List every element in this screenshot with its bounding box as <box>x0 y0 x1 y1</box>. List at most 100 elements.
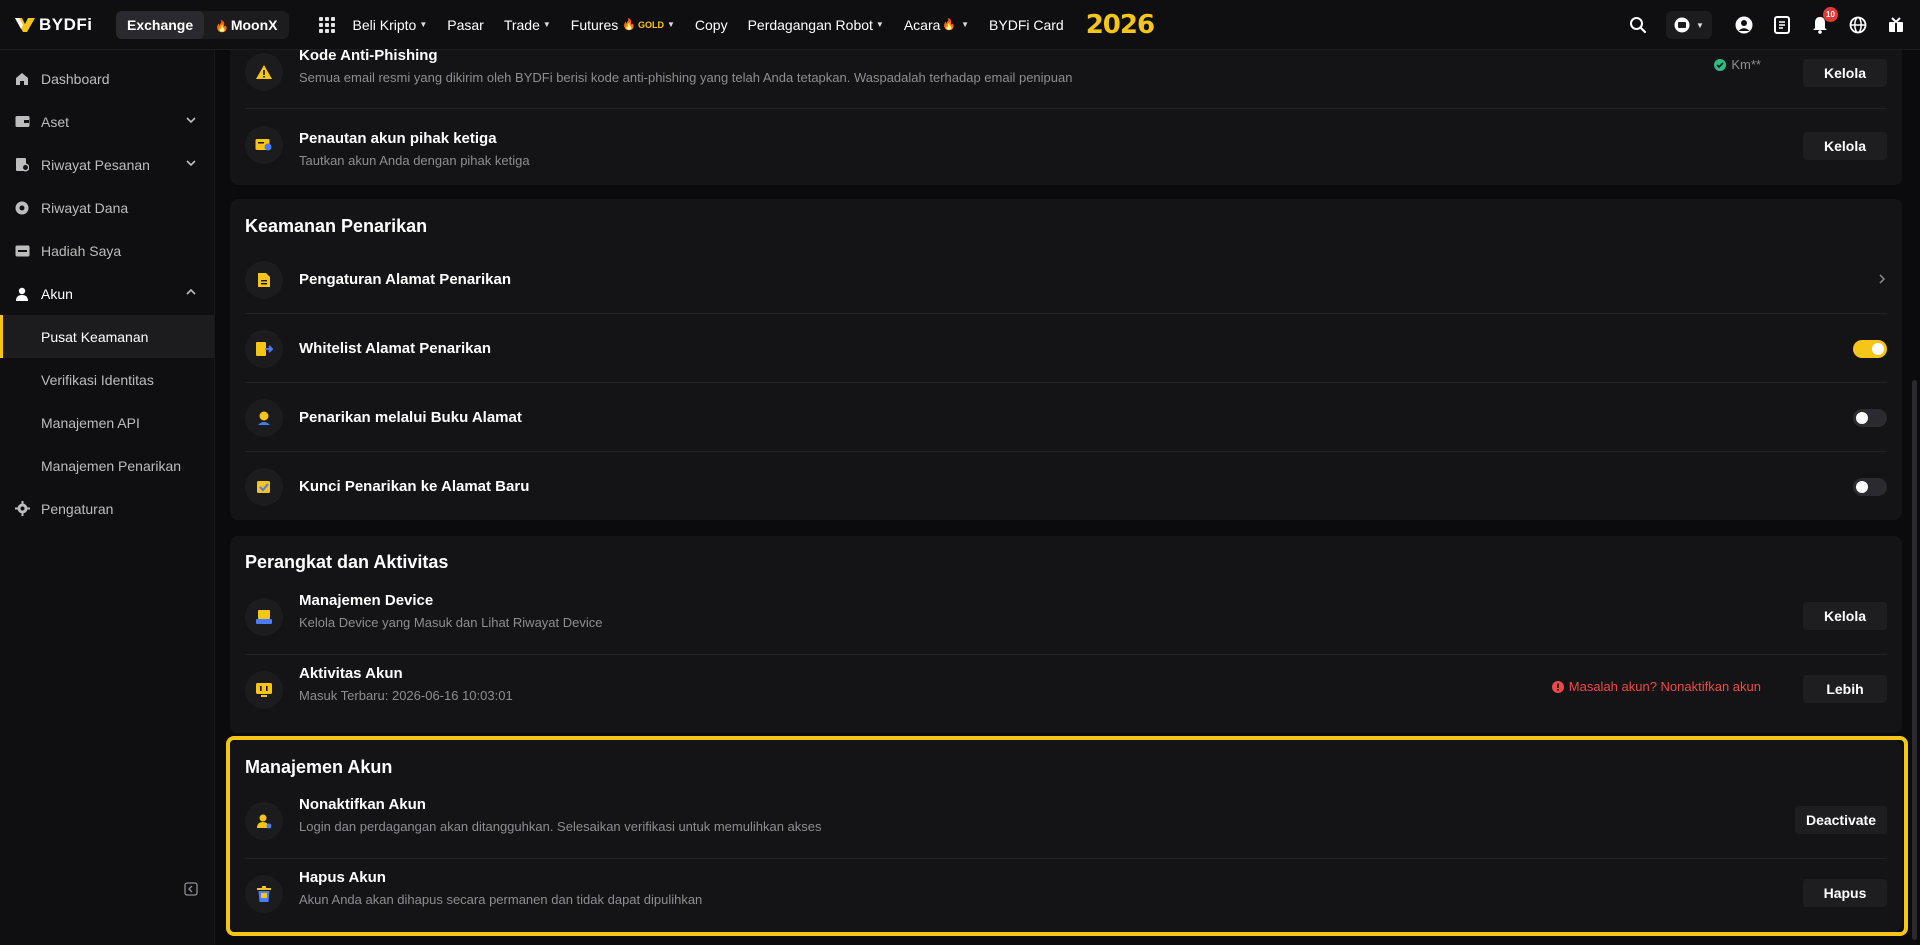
anti-phishing-code: Km** <box>1731 57 1761 72</box>
lock-new-address-toggle[interactable] <box>1853 478 1887 496</box>
flame-icon: 🔥 <box>942 19 957 31</box>
lock-new-address-row: Kunci Penarikan ke Alamat Baru <box>245 452 1887 521</box>
warning-text: Masalah akun? Nonaktifkan akun <box>1568 679 1761 694</box>
bydfi-logo-icon <box>15 17 35 32</box>
row-description: Semua email resmi yang dikirim oleh BYDF… <box>299 70 1073 85</box>
menu-label: Acara <box>903 16 941 33</box>
wallet-circle-icon <box>1674 17 1690 33</box>
profile-icon[interactable] <box>1734 15 1754 35</box>
row-title: Aktivitas Akun <box>299 665 403 682</box>
sidebar-sub-pusat-keamanan[interactable]: Pusat Keamanan <box>0 315 214 358</box>
chevron-down-icon <box>186 117 196 124</box>
menu-acara[interactable]: Acara 🔥 ▼ <box>904 17 969 33</box>
delete-account-row: Hapus Akun Akun Anda akan dihapus secara… <box>245 859 1887 932</box>
sidebar-item-label: Hadiah Saya <box>41 242 122 259</box>
year-2026-badge[interactable]: 2026 <box>1086 10 1155 40</box>
collapse-sidebar-icon[interactable] <box>184 882 198 899</box>
menu-trade[interactable]: Trade ▼ <box>504 17 551 33</box>
sidebar-sub-verifikasi-identitas[interactable]: Verifikasi Identitas <box>0 358 214 401</box>
home-icon <box>14 71 30 87</box>
address-book-withdrawal-row: Penarikan melalui Buku Alamat <box>245 383 1887 452</box>
funds-selector[interactable]: ▼ <box>1666 11 1712 39</box>
check-circle-icon <box>1714 58 1727 71</box>
logo-text: BYDFi <box>39 14 93 34</box>
segment-moonx-label: MoonX <box>230 16 278 33</box>
menu-label: Pasar <box>447 16 484 33</box>
withdrawal-address-settings-row[interactable]: Pengaturan Alamat Penarikan <box>245 245 1887 314</box>
lebih-button[interactable]: Lebih <box>1803 675 1887 703</box>
page-scrollbar[interactable] <box>1912 380 1917 940</box>
anti-phishing-status: Km** <box>1714 57 1761 72</box>
sidebar-item-label: Riwayat Dana <box>41 199 129 216</box>
search-icon[interactable] <box>1628 15 1648 35</box>
gold-badge: 🔥 GOLD <box>622 18 664 31</box>
user-icon <box>14 286 30 302</box>
download-app-icon[interactable] <box>1772 15 1792 35</box>
segment-moonx[interactable]: 🔥 MoonX <box>204 11 288 39</box>
main-menu: Beli Kripto ▼ Pasar Trade ▼ Futures 🔥 GOLD ▼ … <box>343 10 1156 40</box>
caret-down-icon: ▼ <box>542 20 551 29</box>
row-description: Masuk Terbaru: 2026-06-16 10:03:01 <box>299 688 513 703</box>
section-title: Keamanan Penarikan <box>245 216 428 236</box>
sidebar-item-label: Pengaturan <box>41 500 114 517</box>
chevron-up-icon <box>186 288 196 295</box>
flame-icon: 🔥 <box>215 20 229 33</box>
globe-icon[interactable] <box>1848 15 1868 35</box>
sidebar-item-label: Dashboard <box>41 70 110 87</box>
caret-down-icon: ▼ <box>419 20 428 29</box>
row-description: Kelola Device yang Masuk dan Lihat Riway… <box>299 615 603 630</box>
hapus-button[interactable]: Hapus <box>1803 879 1887 907</box>
deactivate-warning-link[interactable]: Masalah akun? Nonaktifkan akun <box>1551 679 1761 694</box>
address-book-toggle[interactable] <box>1853 409 1887 427</box>
row-title: Penarikan melalui Buku Alamat <box>299 409 522 426</box>
segment-exchange[interactable]: Exchange <box>116 10 205 39</box>
menu-beli-kripto[interactable]: Beli Kripto ▼ <box>353 17 428 33</box>
row-title: Nonaktifkan Akun <box>299 796 426 813</box>
sidebar-sub-manajemen-penarikan[interactable]: Manajemen Penarikan <box>0 444 214 487</box>
caret-down-icon: ▼ <box>875 20 884 29</box>
sidebar-item-hadiah-saya[interactable]: Hadiah Saya <box>0 229 214 272</box>
menu-bydfi-card[interactable]: BYDFi Card <box>989 17 1064 33</box>
kelola-button[interactable]: Kelola <box>1803 132 1887 160</box>
fund-history-icon <box>14 200 30 216</box>
order-history-icon <box>14 157 30 173</box>
sidebar-item-label: Aset <box>41 113 70 130</box>
row-title: Hapus Akun <box>299 869 386 886</box>
sidebar-item-riwayat-pesanan[interactable]: Riwayat Pesanan <box>0 143 214 186</box>
section-title: Manajemen Akun <box>245 757 393 777</box>
deactivate-account-row: Nonaktifkan Akun Login dan perdagangan a… <box>245 786 1887 859</box>
row-description: Login dan perdagangan akan ditangguhkan.… <box>299 819 822 834</box>
sidebar-item-akun[interactable]: Akun <box>0 272 214 315</box>
whitelist-toggle[interactable] <box>1853 340 1887 358</box>
menu-copy[interactable]: Copy <box>695 17 728 33</box>
menu-perdagangan-robot[interactable]: Perdagangan Robot ▼ <box>748 17 884 33</box>
wallet-icon <box>14 114 30 130</box>
kelola-button[interactable]: Kelola <box>1803 602 1887 630</box>
sidebar-item-pengaturan[interactable]: Pengaturan <box>0 487 214 530</box>
kelola-button[interactable]: Kelola <box>1803 59 1887 87</box>
sidebar-sub-manajemen-api[interactable]: Manajemen API <box>0 401 214 444</box>
sidebar-item-dashboard[interactable]: Dashboard <box>0 57 214 100</box>
menu-pasar[interactable]: Pasar <box>447 17 484 33</box>
row-title: Manajemen Device <box>299 592 434 609</box>
whitelist-export-icon <box>245 330 283 368</box>
caret-down-icon: ▼ <box>961 20 970 29</box>
device-management-row: Manajemen Device Kelola Device yang Masu… <box>245 582 1887 655</box>
chevron-right-icon[interactable] <box>1877 273 1887 285</box>
menu-label: Futures <box>570 16 619 33</box>
bydfi-logo[interactable]: BYDFi <box>14 15 96 35</box>
device-icon <box>245 598 283 636</box>
sidebar-item-riwayat-dana[interactable]: Riwayat Dana <box>0 186 214 229</box>
bell-icon[interactable]: 10 <box>1810 7 1838 35</box>
alert-circle-icon <box>1551 680 1564 693</box>
document-icon <box>245 261 283 299</box>
deactivate-button[interactable]: Deactivate <box>1794 806 1887 834</box>
sidebar-item-aset[interactable]: Aset <box>0 100 214 143</box>
gift-box-icon[interactable] <box>1886 15 1906 35</box>
sidebar-item-label: Akun <box>41 285 73 302</box>
menu-futures[interactable]: Futures 🔥 GOLD ▼ <box>571 17 675 33</box>
warning-triangle-icon <box>245 53 283 91</box>
account-management-card: Manajemen Akun Nonaktifkan Akun Login da… <box>230 740 1902 932</box>
apps-grid-icon[interactable] <box>318 16 335 33</box>
menu-label: Perdagangan Robot <box>747 16 873 33</box>
